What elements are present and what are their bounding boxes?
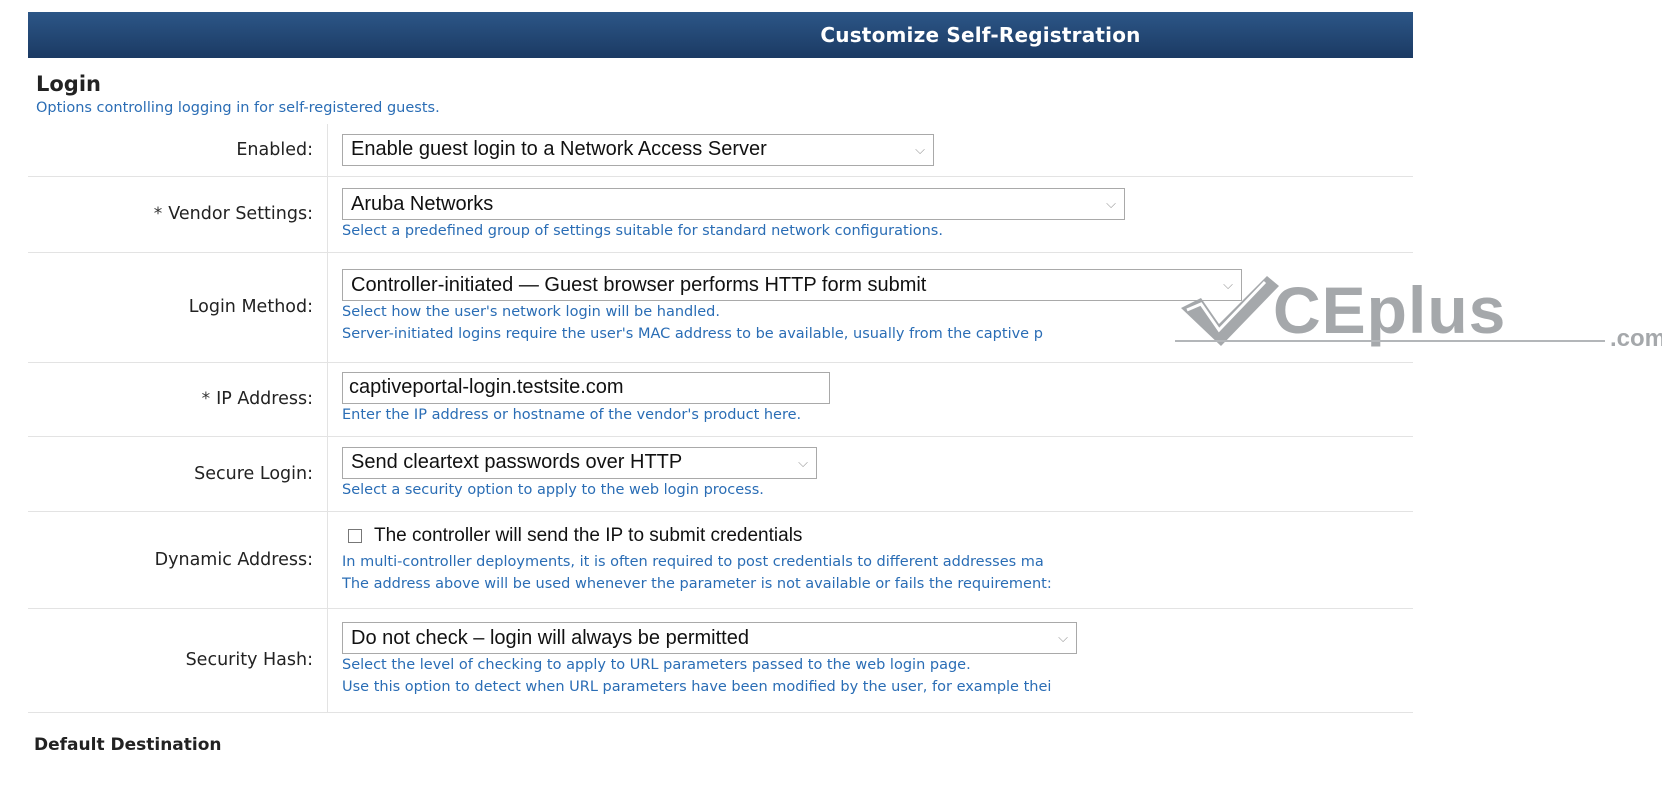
vendor-settings-value: Aruba Networks <box>351 192 494 215</box>
customize-self-registration-panel: Customize Self-Registration Login Option… <box>28 12 1413 795</box>
security-hash-label: Security Hash: <box>28 608 328 713</box>
secure-login-select[interactable]: Send cleartext passwords over HTTP ⌵ <box>342 446 817 479</box>
secure-login-label: Secure Login: <box>28 436 328 512</box>
chevron-down-icon: ⌵ <box>1106 196 1116 211</box>
watermark-underline <box>1175 340 1605 342</box>
enabled-select-value: Enable guest login to a Network Access S… <box>351 138 767 161</box>
page-title: Customize Self-Registration <box>820 23 1141 47</box>
chevron-down-icon: ⌵ <box>915 141 925 157</box>
ip-address-label: * IP Address: <box>28 362 328 437</box>
dynamic-address-checkbox[interactable] <box>348 528 362 543</box>
login-options-form: Enabled: Enable guest login to a Network… <box>28 124 1413 713</box>
watermark-logo-text: CEplus <box>1273 273 1507 347</box>
vendor-settings-select[interactable]: Aruba Networks ⌵ <box>342 188 1125 220</box>
vendor-settings-label: * Vendor Settings: <box>28 176 328 253</box>
dynamic-address-hint-1: In multi-controller deployments, it is o… <box>342 553 1044 570</box>
login-method-value: Controller-initiated — Guest browser per… <box>351 273 927 296</box>
row-ip-address: * IP Address: captiveportal-login.testsit… <box>28 362 1413 437</box>
secure-login-value: Send cleartext passwords over HTTP <box>351 451 683 473</box>
default-destination-heading: Default Destination <box>34 734 222 755</box>
secure-login-hint: Select a security option to apply to the… <box>342 481 764 498</box>
dynamic-address-hint-2: The address above will be used whenever … <box>342 575 1052 592</box>
chevron-down-icon: ⌵ <box>1058 630 1068 645</box>
row-enabled: Enabled: Enable guest login to a Network… <box>28 124 1413 177</box>
row-security-hash: Security Hash: Do not check – login will… <box>28 608 1413 713</box>
enabled-select[interactable]: Enable guest login to a Network Access S… <box>342 133 934 166</box>
enabled-label: Enabled: <box>28 124 328 177</box>
required-marker: * <box>201 389 211 409</box>
security-hash-value: Do not check – login will always be perm… <box>351 626 749 649</box>
security-hash-hint-2: Use this option to detect when URL param… <box>342 679 1052 695</box>
dynamic-address-label: Dynamic Address: <box>28 511 328 609</box>
ip-address-hint: Enter the IP address or hostname of the … <box>342 407 802 423</box>
section-title: Login <box>36 72 101 96</box>
required-marker: * <box>153 204 163 224</box>
login-method-select[interactable]: Controller-initiated — Guest browser per… <box>342 269 1242 301</box>
row-secure-login: Secure Login: Send cleartext passwords o… <box>28 436 1413 512</box>
section-description: Options controlling logging in for self-… <box>36 100 440 116</box>
vendor-settings-hint: Select a predefined group of settings su… <box>342 223 943 239</box>
checkmark-logo-icon <box>1181 276 1279 346</box>
ip-address-input[interactable]: captiveportal-login.testsite.com <box>342 372 830 404</box>
security-hash-select[interactable]: Do not check – login will always be perm… <box>342 622 1077 654</box>
dynamic-address-option: The controller will send the IP to submi… <box>342 525 1413 547</box>
login-method-label: Login Method: <box>28 252 328 363</box>
watermark-suffix: .com <box>1610 325 1662 352</box>
row-vendor-settings: * Vendor Settings: Aruba Networks ⌵ Selec… <box>28 176 1413 253</box>
watermark: CEplus .com <box>1175 268 1662 358</box>
page-title-bar: Customize Self-Registration <box>28 12 1413 58</box>
dynamic-address-checkbox-label: The controller will send the IP to submi… <box>374 524 803 546</box>
chevron-down-icon: ⌵ <box>798 454 808 470</box>
security-hash-hint-1: Select the level of checking to apply to… <box>342 657 971 673</box>
row-dynamic-address: Dynamic Address: The controller will sen… <box>28 511 1413 609</box>
